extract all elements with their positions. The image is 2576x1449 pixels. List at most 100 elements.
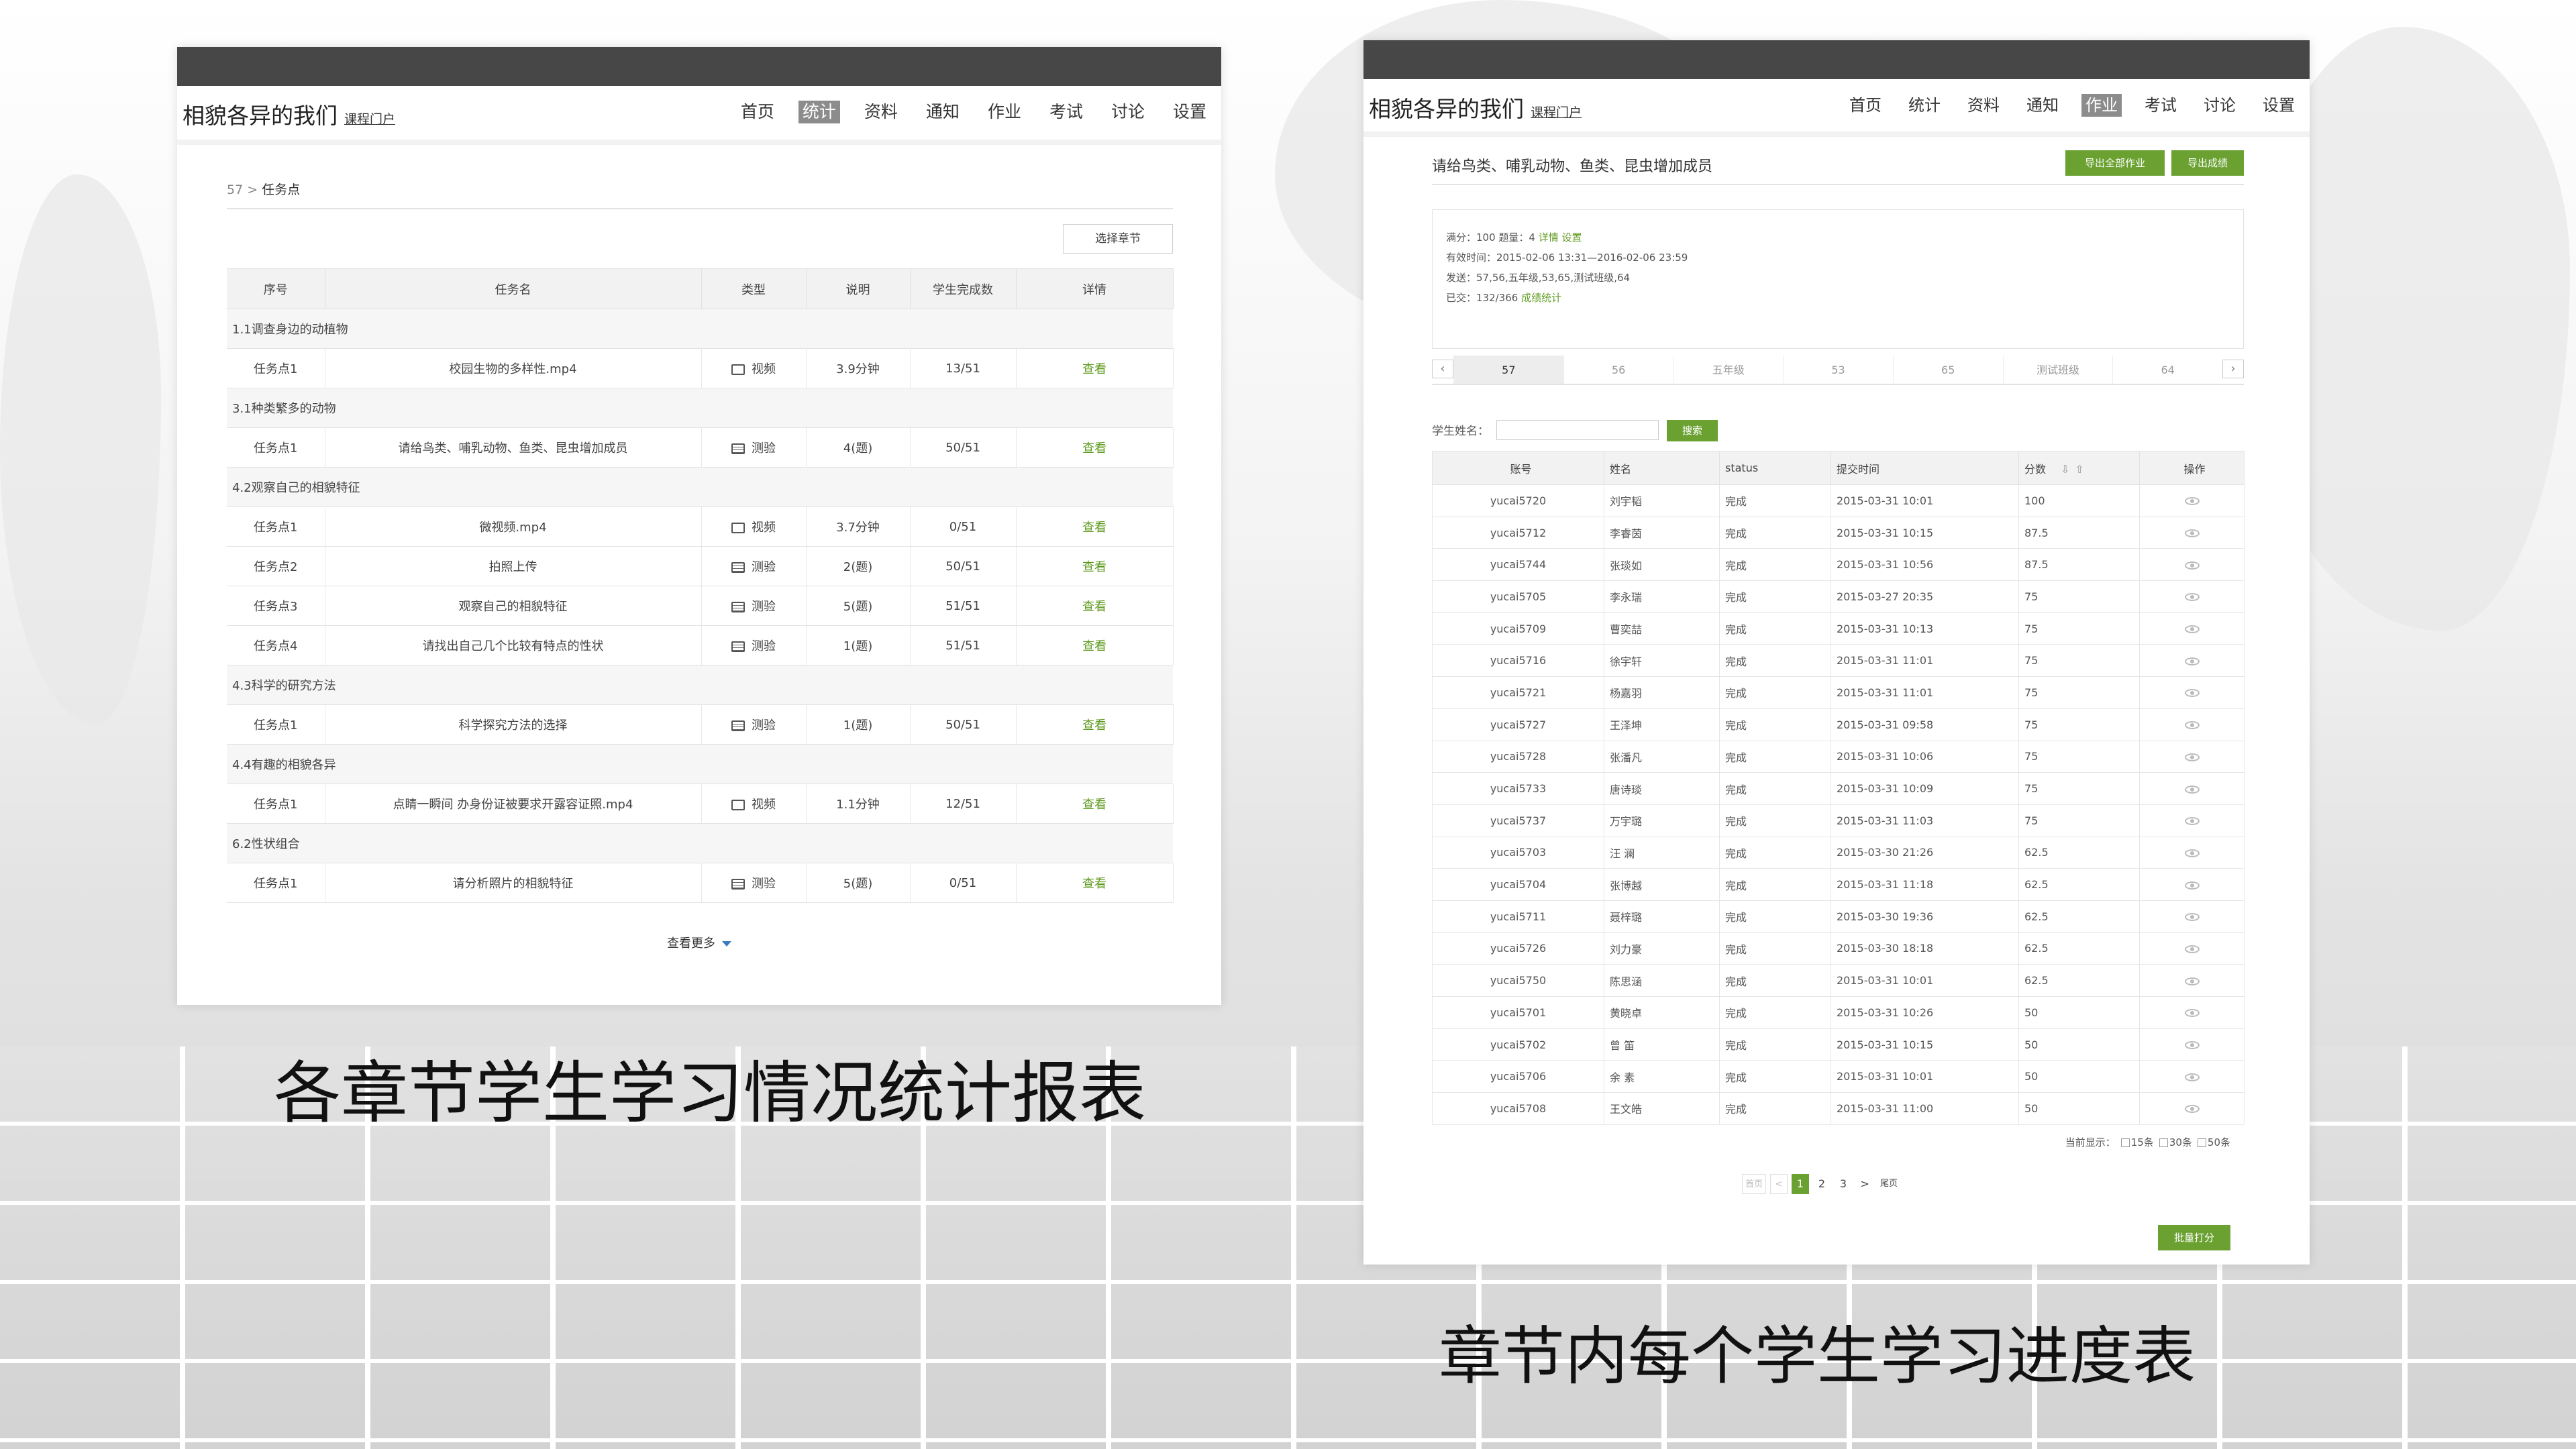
view-link[interactable]: 查看	[1016, 625, 1174, 665]
checkbox[interactable]	[2197, 1138, 2206, 1147]
chevron-left-icon[interactable]: ‹	[1432, 360, 1453, 378]
eye-icon[interactable]	[2184, 529, 2200, 538]
nav-item[interactable]: 设置	[1169, 101, 1210, 123]
eye-icon[interactable]	[2184, 1105, 2200, 1114]
nav-item[interactable]: 考试	[2141, 94, 2181, 117]
nav-item[interactable]: 统计	[1904, 94, 1945, 117]
sort-arrows-icon[interactable]: ⇩⇧	[2061, 463, 2090, 476]
nav-item[interactable]: 统计	[798, 101, 840, 123]
eye-icon[interactable]	[2184, 689, 2200, 698]
settings-link[interactable]: 设置	[1562, 231, 1582, 244]
eye-icon[interactable]	[2184, 945, 2200, 953]
eye-icon[interactable]	[2184, 593, 2200, 602]
view-link[interactable]: 查看	[1016, 427, 1174, 468]
course-portal-link[interactable]: 课程门户	[1531, 105, 1582, 120]
table-row: yucai5744 张琰如 完成 2015-03-31 10:56 87.5	[1432, 548, 2245, 582]
nav-item[interactable]: 通知	[2022, 94, 2063, 117]
class-tab[interactable]: 56	[1563, 356, 1673, 384]
pager-page[interactable]: 2	[1813, 1174, 1831, 1194]
task-description: 2(题)	[806, 546, 911, 586]
pager-prev[interactable]: <	[1770, 1174, 1788, 1194]
student-name-input[interactable]	[1496, 420, 1659, 440]
details-link[interactable]: 详情	[1539, 231, 1559, 244]
submit-time-cell: 2015-03-31 10:01	[1831, 964, 2019, 997]
pager-last[interactable]: 尾页	[1877, 1174, 1900, 1194]
nav-item[interactable]: 资料	[1963, 94, 2004, 117]
class-tab[interactable]: 测试班级	[2002, 356, 2113, 384]
checkbox[interactable]	[2120, 1138, 2130, 1147]
breadcrumb-chapter[interactable]: 57 >	[227, 182, 258, 197]
class-tab[interactable]: 五年级	[1673, 356, 1783, 384]
action-cell	[2139, 772, 2245, 805]
export-all-button[interactable]: 导出全部作业	[2065, 150, 2165, 176]
class-tab[interactable]: 64	[2112, 356, 2222, 384]
nav-item[interactable]: 通知	[922, 101, 964, 123]
class-tab[interactable]: 65	[1892, 356, 2003, 384]
eye-icon[interactable]	[2184, 561, 2200, 570]
pager-page[interactable]: 1	[1792, 1174, 1810, 1194]
eye-icon[interactable]	[2184, 497, 2200, 506]
name-cell: 聂梓璐	[1604, 900, 1720, 933]
eye-icon[interactable]	[2184, 817, 2200, 826]
nav-item[interactable]: 作业	[2081, 94, 2122, 117]
class-tab[interactable]: 53	[1783, 356, 1893, 384]
eye-icon[interactable]	[2184, 1041, 2200, 1050]
score-cell: 50	[2018, 1092, 2140, 1125]
view-link[interactable]: 查看	[1016, 546, 1174, 586]
status-cell: 完成	[1719, 804, 1831, 837]
view-link[interactable]: 查看	[1016, 506, 1174, 547]
nav-item[interactable]: 设置	[2259, 94, 2299, 117]
select-chapter-button[interactable]: 选择章节	[1063, 224, 1173, 254]
eye-icon[interactable]	[2184, 657, 2200, 665]
nav-item[interactable]: 首页	[1845, 94, 1886, 117]
pager-next[interactable]: >	[1856, 1174, 1873, 1194]
eye-icon[interactable]	[2184, 785, 2200, 794]
eye-icon[interactable]	[2184, 753, 2200, 761]
table-row: yucai5726 刘力豪 完成 2015-03-30 18:18 62.5	[1432, 932, 2245, 965]
nav-item[interactable]: 首页	[737, 101, 778, 123]
view-link[interactable]: 查看	[1016, 784, 1174, 824]
column-header[interactable]: 分数 ⇩⇧	[2018, 451, 2140, 485]
nav-item[interactable]: 作业	[984, 101, 1025, 123]
per-page-option[interactable]: 30条	[2169, 1136, 2192, 1148]
class-tab[interactable]: 57	[1453, 356, 1563, 384]
view-link[interactable]: 查看	[1016, 586, 1174, 626]
load-more-link[interactable]: 查看更多	[177, 934, 1221, 951]
course-portal-link[interactable]: 课程门户	[344, 112, 395, 127]
per-page-option[interactable]: 50条	[2208, 1136, 2230, 1148]
column-header: 账号	[1432, 451, 1604, 485]
per-page-option[interactable]: 15条	[2131, 1136, 2154, 1148]
chevron-right-icon[interactable]: ›	[2222, 360, 2245, 378]
eye-icon[interactable]	[2184, 881, 2200, 890]
eye-icon[interactable]	[2184, 849, 2200, 857]
completion-count: 50/51	[910, 546, 1017, 586]
view-link[interactable]: 查看	[1016, 704, 1174, 745]
checkbox[interactable]	[2159, 1138, 2168, 1147]
nav-item[interactable]: 资料	[860, 101, 902, 123]
eye-icon[interactable]	[2184, 721, 2200, 730]
score-cell: 50	[2018, 996, 2140, 1029]
view-link[interactable]: 查看	[1016, 863, 1174, 903]
eye-icon[interactable]	[2184, 977, 2200, 985]
export-scores-button[interactable]: 导出成绩	[2171, 150, 2244, 176]
completion-count: 50/51	[910, 704, 1017, 745]
table-row: yucai5716 徐宇轩 完成 2015-03-31 11:01 75	[1432, 644, 2245, 678]
pager-first[interactable]: 首页	[1742, 1174, 1767, 1194]
view-link[interactable]: 查看	[1016, 348, 1174, 388]
pager-page[interactable]: 3	[1835, 1174, 1852, 1194]
eye-icon[interactable]	[2184, 913, 2200, 922]
score-stats-link[interactable]: 成绩统计	[1521, 292, 1561, 304]
eye-icon[interactable]	[2184, 625, 2200, 634]
submit-time-cell: 2015-03-31 10:01	[1831, 484, 2019, 517]
section-title: 3.1种类繁多的动物	[227, 388, 1173, 428]
eye-icon[interactable]	[2184, 1073, 2200, 1081]
nav-item[interactable]: 考试	[1045, 101, 1087, 123]
action-cell	[2139, 741, 2245, 773]
nav-item[interactable]: 讨论	[1107, 101, 1149, 123]
task-name: 观察自己的相貌特征	[325, 586, 702, 626]
nav-item[interactable]: 讨论	[2200, 94, 2240, 117]
batch-score-button[interactable]: 批量打分	[2158, 1225, 2230, 1250]
search-button[interactable]: 搜索	[1667, 420, 1718, 441]
score-cell: 62.5	[2018, 868, 2140, 901]
eye-icon[interactable]	[2184, 1009, 2200, 1018]
